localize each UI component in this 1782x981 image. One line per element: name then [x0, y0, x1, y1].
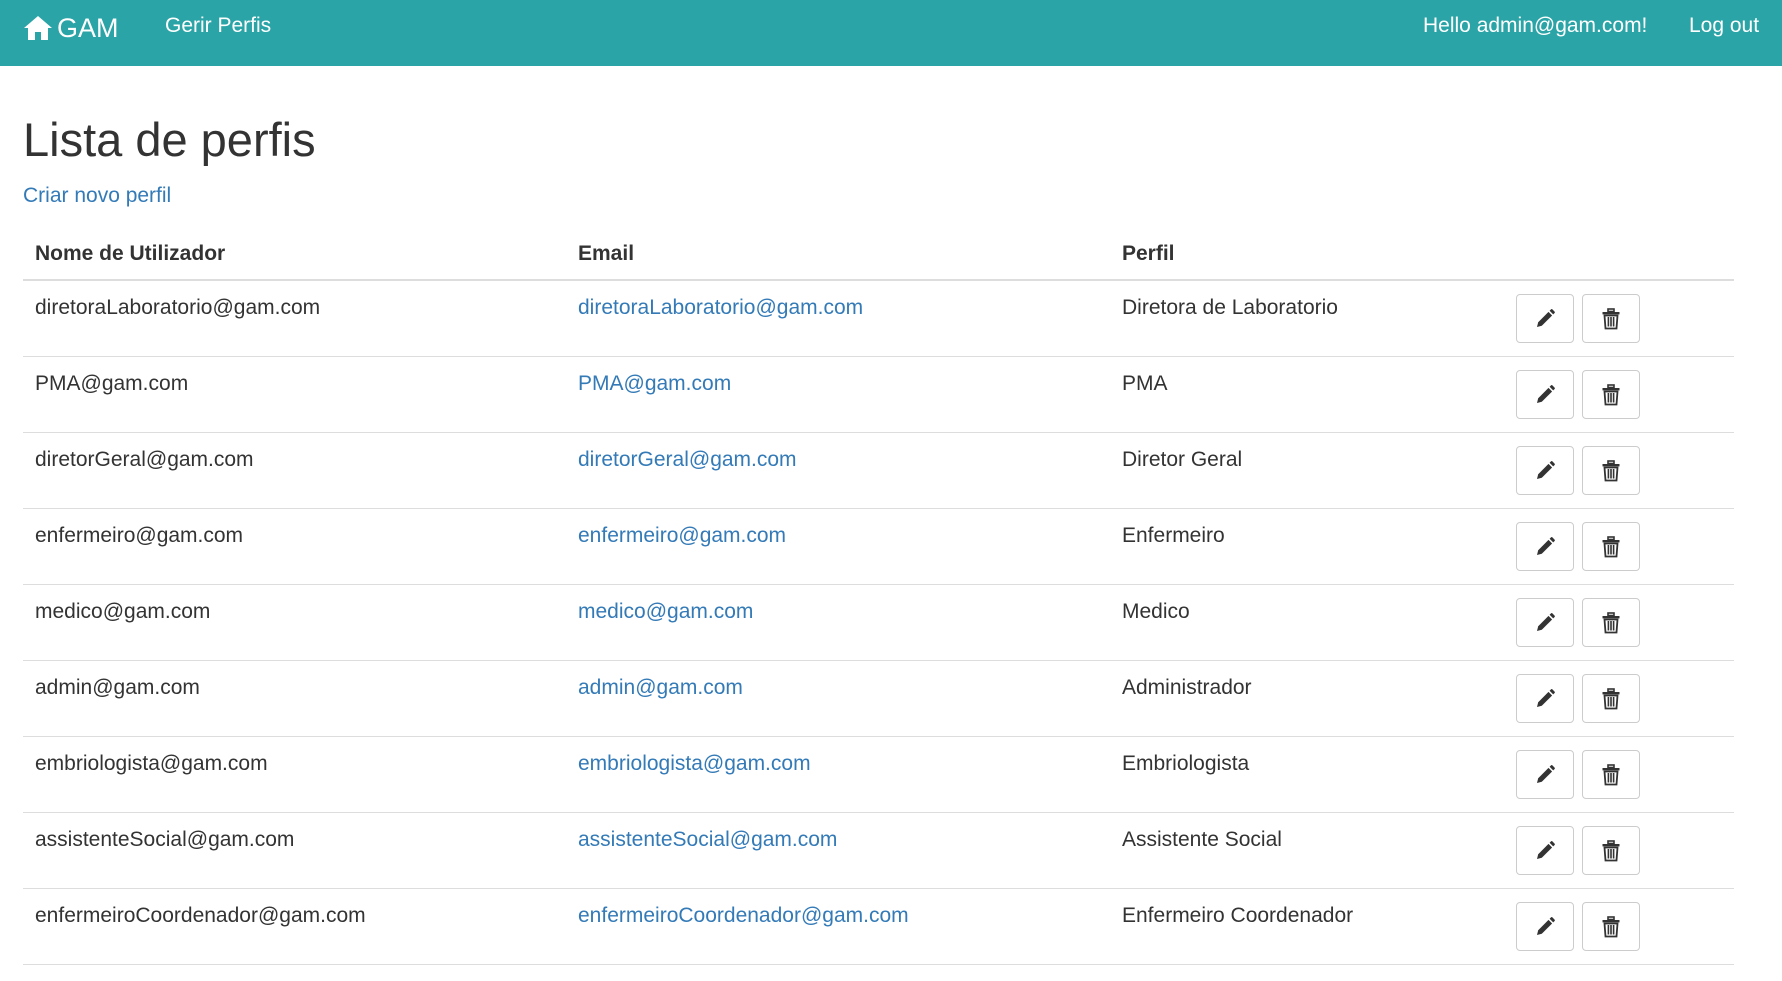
table-row: admin@gam.com admin@gam.com Administrado… [23, 661, 1734, 737]
row-username: enfermeiro@gam.com [35, 524, 244, 547]
row-username: embriologista@gam.com [35, 752, 268, 775]
row-email-link[interactable]: enfermeiroCoordenador@gam.com [578, 904, 909, 928]
page-title: Lista de perfis [23, 113, 316, 166]
delete-button[interactable] [1582, 370, 1640, 419]
row-role: Enfermeiro [1122, 524, 1225, 547]
row-email-link[interactable]: admin@gam.com [578, 676, 743, 700]
row-role: Enfermeiro Coordenador [1122, 904, 1354, 927]
logout-link[interactable]: Log out [1689, 14, 1759, 38]
edit-button[interactable] [1516, 370, 1574, 419]
row-role: Medico [1122, 600, 1190, 623]
table-row: medico@gam.com medico@gam.com Medico [23, 585, 1734, 661]
trash-icon [1602, 535, 1620, 557]
table-row: diretoraLaboratorio@gam.com diretoraLabo… [23, 281, 1734, 357]
column-header-role: Perfil [1122, 242, 1175, 265]
row-email-link[interactable]: PMA@gam.com [578, 372, 731, 396]
edit-button[interactable] [1516, 902, 1574, 951]
brand-label: GAM [57, 12, 119, 43]
trash-icon [1602, 459, 1620, 481]
trash-icon [1602, 383, 1620, 405]
home-icon [24, 16, 52, 40]
trash-icon [1602, 687, 1620, 709]
pencil-icon [1537, 384, 1555, 403]
edit-button[interactable] [1516, 674, 1574, 723]
row-email-link[interactable]: diretoraLaboratorio@gam.com [578, 296, 863, 320]
delete-button[interactable] [1582, 826, 1640, 875]
row-email-link[interactable]: assistenteSocial@gam.com [578, 828, 837, 852]
delete-button[interactable] [1582, 674, 1640, 723]
table-header: Nome de Utilizador Email Perfil [23, 233, 1734, 281]
row-username: assistenteSocial@gam.com [35, 828, 295, 851]
pencil-icon [1537, 764, 1555, 783]
edit-button[interactable] [1516, 598, 1574, 647]
pencil-icon [1537, 460, 1555, 479]
column-header-username: Nome de Utilizador [35, 242, 226, 265]
delete-button[interactable] [1582, 750, 1640, 799]
row-role: Diretor Geral [1122, 448, 1243, 471]
nav-manage-profiles[interactable]: Gerir Perfis [165, 14, 271, 38]
table-row: embriologista@gam.com embriologista@gam.… [23, 737, 1734, 813]
trash-icon [1602, 611, 1620, 633]
delete-button[interactable] [1582, 446, 1640, 495]
row-username: enfermeiroCoordenador@gam.com [35, 904, 366, 927]
table-row: enfermeiro@gam.com enfermeiro@gam.com En… [23, 509, 1734, 585]
column-header-email: Email [578, 242, 635, 265]
edit-button[interactable] [1516, 446, 1574, 495]
edit-button[interactable] [1516, 826, 1574, 875]
top-navbar: GAM Gerir Perfis Hello admin@gam.com! Lo… [0, 0, 1782, 66]
delete-button[interactable] [1582, 902, 1640, 951]
delete-button[interactable] [1582, 294, 1640, 343]
trash-icon [1602, 839, 1620, 861]
row-role: Diretora de Laboratorio [1122, 296, 1338, 319]
trash-icon [1602, 915, 1620, 937]
row-username: diretoraLaboratorio@gam.com [35, 296, 321, 319]
row-email-link[interactable]: enfermeiro@gam.com [578, 524, 786, 548]
row-role: Assistente Social [1122, 828, 1282, 851]
row-role: Administrador [1122, 676, 1252, 699]
row-email-link[interactable]: diretorGeral@gam.com [578, 448, 797, 472]
table-row: enfermeiroCoordenador@gam.com enfermeiro… [23, 889, 1734, 965]
delete-button[interactable] [1582, 598, 1640, 647]
pencil-icon [1537, 308, 1555, 327]
edit-button[interactable] [1516, 294, 1574, 343]
table-body: diretoraLaboratorio@gam.com diretoraLabo… [23, 281, 1734, 965]
nav-user-greeting[interactable]: Hello admin@gam.com! [1423, 14, 1647, 38]
create-profile-link[interactable]: Criar novo perfil [23, 184, 171, 208]
trash-icon [1602, 307, 1620, 329]
row-role: PMA [1122, 372, 1168, 395]
pencil-icon [1537, 536, 1555, 555]
row-email-link[interactable]: embriologista@gam.com [578, 752, 811, 776]
row-username: PMA@gam.com [35, 372, 189, 395]
pencil-icon [1537, 688, 1555, 707]
row-username: admin@gam.com [35, 676, 200, 699]
profiles-table: Nome de Utilizador Email Perfil diretora… [23, 233, 1734, 965]
row-username: diretorGeral@gam.com [35, 448, 254, 471]
row-role: Embriologista [1122, 752, 1250, 775]
brand-home-link[interactable]: GAM [23, 10, 119, 46]
table-row: PMA@gam.com PMA@gam.com PMA [23, 357, 1734, 433]
pencil-icon [1537, 612, 1555, 631]
table-row: assistenteSocial@gam.com assistenteSocia… [23, 813, 1734, 889]
pencil-icon [1537, 916, 1555, 935]
table-row: diretorGeral@gam.com diretorGeral@gam.co… [23, 433, 1734, 509]
pencil-icon [1537, 840, 1555, 859]
edit-button[interactable] [1516, 522, 1574, 571]
delete-button[interactable] [1582, 522, 1640, 571]
edit-button[interactable] [1516, 750, 1574, 799]
trash-icon [1602, 763, 1620, 785]
row-username: medico@gam.com [35, 600, 211, 623]
row-email-link[interactable]: medico@gam.com [578, 600, 753, 624]
